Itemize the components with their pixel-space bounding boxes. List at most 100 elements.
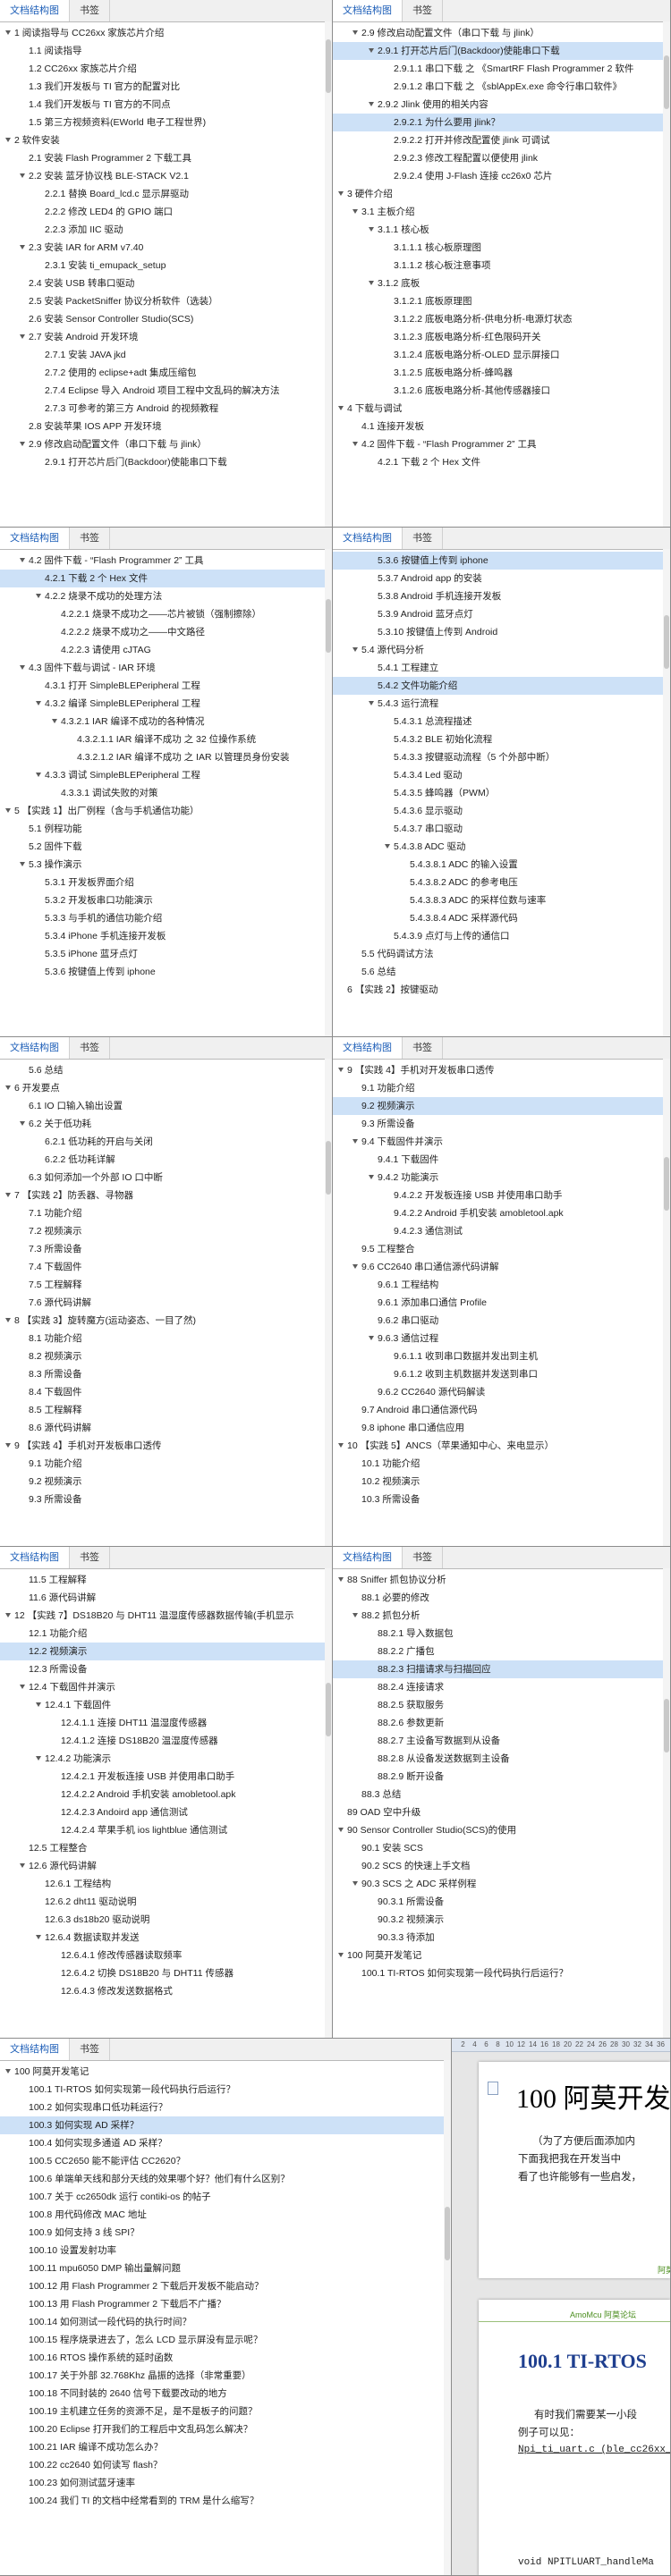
toc-item[interactable]: 1.2 CC26xx 家族芯片介绍 (0, 60, 332, 78)
toc-item[interactable]: 9.2 视频演示 (333, 1097, 670, 1115)
toc-item[interactable]: 88.2.1 导入数据包 (333, 1625, 670, 1643)
toc-item[interactable]: 100.15 程序烧录进去了，怎么 LCD 显示屏没有显示呢？ (0, 2331, 451, 2349)
toc-item[interactable]: 3.1.1.2 核心板注意事项 (333, 257, 670, 274)
toc-item[interactable]: 90 Sensor Controller Studio(SCS)的使用 (333, 1821, 670, 1839)
expand-triangle-icon[interactable] (338, 1953, 344, 1957)
toc-item[interactable]: 5.4.3.3 按键驱动流程（5 个外部中断） (333, 748, 670, 766)
toc-item[interactable]: 12.4.2.1 开发板连接 USB 并使用串口助手 (0, 1768, 332, 1786)
toc-item[interactable]: 3.1 主板介绍 (333, 203, 670, 221)
toc-item[interactable]: 2.2.3 添加 IIC 驱动 (0, 221, 332, 239)
toc-item[interactable]: 2.7.3 可参考的第三方 Android 的视频教程 (0, 400, 332, 418)
toc-item[interactable]: 100.14 如何测试一段代码的执行时间？ (0, 2313, 451, 2331)
toc-item[interactable]: 12.4.1.1 连接 DHT11 温湿度传感器 (0, 1714, 332, 1732)
toc-item[interactable]: 9.3 所需设备 (333, 1115, 670, 1133)
toc-item[interactable]: 88.2.2 广播包 (333, 1643, 670, 1660)
toc-item[interactable]: 2.9.2.2 打开并修改配置使 jlink 可调试 (333, 131, 670, 149)
toc-item[interactable]: 5.4.3.8.1 ADC 的输入设置 (333, 856, 670, 874)
toc-item[interactable]: 100.1 TI-RTOS 如何实现第一段代码执行后运行？ (333, 1964, 670, 1982)
expand-triangle-icon[interactable] (20, 245, 25, 249)
toc-item[interactable]: 90.3.2 视频演示 (333, 1911, 670, 1929)
tab-bookmarks[interactable]: 书签 (403, 1547, 443, 1568)
toc-item[interactable]: 12.4.2.2 Android 手机安装 amobletool.apk (0, 1786, 332, 1803)
toc-item[interactable]: 12.4 下载固件并演示 (0, 1678, 332, 1696)
toc-item[interactable]: 9.1 功能介绍 (0, 1455, 332, 1473)
toc-item[interactable]: 9.4.2.3 通信测试 (333, 1222, 670, 1240)
toc-item[interactable]: 8.1 功能介绍 (0, 1330, 332, 1347)
toc-item[interactable]: 2.7.4 Eclipse 导入 Android 项目工程中文乱码的解决方法 (0, 382, 332, 400)
vertical-scrollbar[interactable] (663, 1568, 670, 2038)
toc-item[interactable]: 88.2.3 扫描请求与扫描回应 (333, 1660, 670, 1678)
toc-item[interactable]: 12.4.1 下载固件 (0, 1696, 332, 1714)
toc-item[interactable]: 5.5 代码调试方法 (333, 945, 670, 963)
toc-item[interactable]: 2.7 安装 Android 开发环境 (0, 328, 332, 346)
toc-item[interactable]: 5.4.3 运行流程 (333, 695, 670, 713)
toc-item[interactable]: 5.3.8 Android 手机连接开发板 (333, 587, 670, 605)
scrollbar-thumb[interactable] (326, 39, 331, 93)
expand-triangle-icon[interactable] (36, 1756, 41, 1761)
toc-item[interactable]: 100.23 如何测试蓝牙速率 (0, 2474, 451, 2492)
toc-item[interactable]: 2.2.2 修改 LED4 的 GPIO 端口 (0, 203, 332, 221)
vertical-scrollbar[interactable] (663, 1059, 670, 1546)
toc-item[interactable]: 11.5 工程解释 (0, 1571, 332, 1589)
toc-item[interactable]: 2.7.1 安装 JAVA jkd (0, 346, 332, 364)
toc-item[interactable]: 9.4.2.2 开发板连接 USB 并使用串口助手 (333, 1187, 670, 1204)
toc-item[interactable]: 2.5 安装 PacketSniffer 协议分析软件（选装） (0, 292, 332, 310)
toc-item[interactable]: 4.3.3 调试 SimpleBLEPeripheral 工程 (0, 766, 332, 784)
toc-item[interactable]: 5.4.3.6 显示驱动 (333, 802, 670, 820)
toc-item[interactable]: 12.6.4 数据读取并发送 (0, 1929, 332, 1947)
toc-item[interactable]: 12.4.2.3 Andoird app 通信测试 (0, 1803, 332, 1821)
toc-item[interactable]: 12.4.2 功能演示 (0, 1750, 332, 1768)
toc-item[interactable]: 9.6.1.1 收到串口数据并发出到主机 (333, 1347, 670, 1365)
expand-triangle-icon[interactable] (5, 808, 11, 813)
tab-document-map[interactable]: 文档结构图 (333, 1037, 403, 1059)
expand-triangle-icon[interactable] (369, 1175, 374, 1179)
toc-item[interactable]: 4.1 连接开发板 (333, 418, 670, 435)
toc-item[interactable]: 9.6.3 通信过程 (333, 1330, 670, 1347)
expand-triangle-icon[interactable] (352, 209, 358, 214)
toc-item[interactable]: 7 【实践 2】防丢器、寻物器 (0, 1187, 332, 1204)
expand-triangle-icon[interactable] (36, 773, 41, 777)
expand-triangle-icon[interactable] (36, 594, 41, 598)
expand-triangle-icon[interactable] (352, 1139, 358, 1144)
expand-triangle-icon[interactable] (338, 406, 344, 410)
toc-item[interactable]: 9.1 功能介绍 (333, 1079, 670, 1097)
toc-item[interactable]: 5.3.10 按键值上传到 Android (333, 623, 670, 641)
scrollbar-thumb[interactable] (664, 1699, 669, 1753)
toc-item[interactable]: 88.2.5 获取服务 (333, 1696, 670, 1714)
toc-item[interactable]: 5.4.3.2 BLE 初始化流程 (333, 731, 670, 748)
toc-item[interactable]: 12.6 源代码讲解 (0, 1857, 332, 1875)
toc-item[interactable]: 12.4.1.2 连接 DS18B20 温湿度传感器 (0, 1732, 332, 1750)
toc-item[interactable]: 90.3.3 待添加 (333, 1929, 670, 1947)
expand-triangle-icon[interactable] (352, 1881, 358, 1886)
toc-item[interactable]: 2.9 修改启动配置文件（串口下载 与 jlink） (333, 24, 670, 42)
vertical-scrollbar[interactable] (663, 21, 670, 527)
toc-item[interactable]: 10.3 所需设备 (333, 1491, 670, 1508)
toc-item[interactable]: 5.4.1 工程建立 (333, 659, 670, 677)
expand-triangle-icon[interactable] (20, 1685, 25, 1689)
toc-item[interactable]: 5.4.3.8 ADC 驱动 (333, 838, 670, 856)
toc-item[interactable]: 4.3 固件下载与调试 - IAR 环境 (0, 659, 332, 677)
toc-item[interactable]: 100.16 RTOS 操作系统的延时函数 (0, 2349, 451, 2367)
expand-triangle-icon[interactable] (369, 281, 374, 285)
toc-item[interactable]: 10.1 功能介绍 (333, 1455, 670, 1473)
expand-triangle-icon[interactable] (369, 701, 374, 705)
toc-item[interactable]: 7.1 功能介绍 (0, 1204, 332, 1222)
toc-item[interactable]: 100 阿莫开发笔记 (333, 1947, 670, 1964)
toc-item[interactable]: 89 OAD 空中升级 (333, 1803, 670, 1821)
toc-item[interactable]: 5.2 固件下载 (0, 838, 332, 856)
toc-item[interactable]: 4.3.1 打开 SimpleBLEPeripheral 工程 (0, 677, 332, 695)
toc-item[interactable]: 5.3.9 Android 蓝牙点灯 (333, 605, 670, 623)
toc-item[interactable]: 2.9.1.2 串口下载 之 《sblAppEx.exe 命令行串口软件》 (333, 78, 670, 96)
expand-triangle-icon[interactable] (338, 191, 344, 196)
toc-item[interactable]: 12.6.1 工程结构 (0, 1875, 332, 1893)
toc-item[interactable]: 9.4 下载固件并演示 (333, 1133, 670, 1151)
toc-item[interactable]: 2.8 安装苹果 IOS APP 开发环境 (0, 418, 332, 435)
toc-item[interactable]: 5.3.5 iPhone 蓝牙点灯 (0, 945, 332, 963)
toc-item[interactable]: 100.5 CC2650 能不能评估 CC2620？ (0, 2152, 451, 2170)
toc-item[interactable]: 2.4 安装 USB 转串口驱动 (0, 274, 332, 292)
expand-triangle-icon[interactable] (5, 1193, 11, 1197)
toc-item[interactable]: 5.3.2 开发板串口功能演示 (0, 891, 332, 909)
expand-triangle-icon[interactable] (5, 1318, 11, 1322)
toc-item[interactable]: 90.2 SCS 的快速上手文档 (333, 1857, 670, 1875)
expand-triangle-icon[interactable] (20, 665, 25, 670)
